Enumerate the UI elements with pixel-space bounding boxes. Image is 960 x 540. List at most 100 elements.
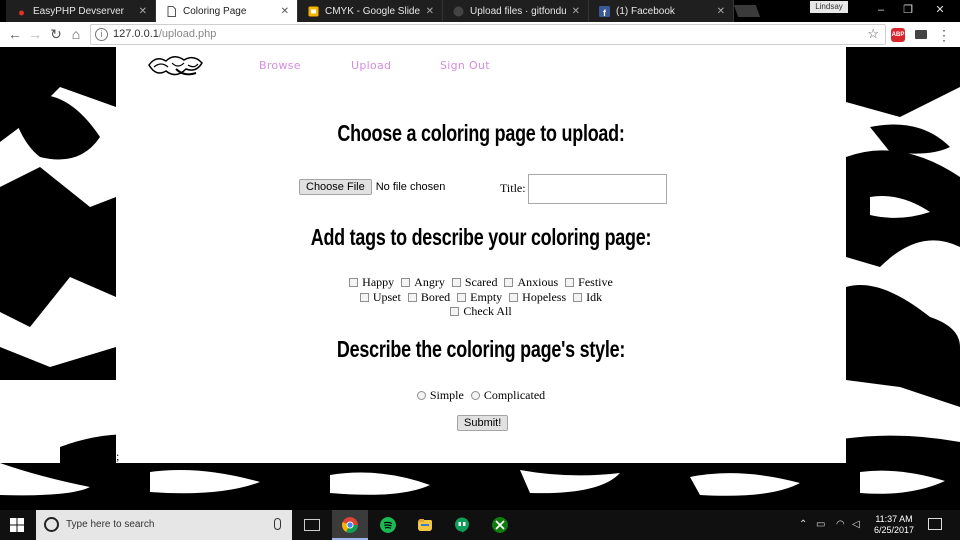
xbox-icon[interactable] xyxy=(482,510,518,540)
tab-label: EasyPHP Devserver xyxy=(33,5,124,17)
close-icon[interactable]: ✕ xyxy=(717,6,725,17)
tab-easyphp[interactable]: EasyPHP Devserver ✕ xyxy=(6,0,156,22)
taskbar-search-box[interactable]: Type here to search xyxy=(36,510,292,540)
checkbox[interactable] xyxy=(401,278,411,287)
maximize-icon[interactable]: ❐ xyxy=(893,2,923,18)
tag-label: Scared xyxy=(464,275,498,289)
nav-upload-link[interactable]: Upload xyxy=(351,59,391,72)
tag-angry[interactable]: Angry xyxy=(401,275,445,290)
tags-heading: Add tags to describe your coloring page: xyxy=(310,224,652,250)
windows-start-icon[interactable] xyxy=(10,518,24,532)
checkbox[interactable] xyxy=(359,293,369,302)
tab-google-slides[interactable]: CMYK - Google Slides ✕ xyxy=(298,0,443,22)
profile-name[interactable]: Lindsay xyxy=(810,1,848,13)
checkbox[interactable] xyxy=(349,278,359,287)
main-panel: Browse Upload Sign Out Choose a coloring… xyxy=(116,47,846,463)
clock-date: 6/25/2017 xyxy=(873,525,915,535)
checkbox[interactable] xyxy=(504,278,514,287)
chevron-up-icon[interactable]: ⌃ xyxy=(799,519,807,530)
radio-button[interactable] xyxy=(470,391,480,400)
close-window-icon[interactable]: ✕ xyxy=(925,2,955,18)
style-simple[interactable]: Simple xyxy=(416,388,464,403)
battery-icon[interactable]: ▭ xyxy=(816,519,825,530)
style-label: Complicated xyxy=(483,388,546,402)
tag-upset[interactable]: Upset xyxy=(359,290,401,305)
bookmark-star-icon[interactable]: ☆ xyxy=(867,26,879,42)
tag-anxious[interactable]: Anxious xyxy=(504,275,558,290)
upload-heading: Choose a coloring page to upload: xyxy=(337,120,625,146)
windows-taskbar: Type here to search ⌃ ▭ ◠ ◁ 11:37 AM 6/2… xyxy=(0,510,960,540)
checkbox[interactable] xyxy=(509,293,519,302)
task-view-icon[interactable] xyxy=(304,519,320,531)
checkbox[interactable] xyxy=(407,293,417,302)
kebab-menu-icon[interactable]: ⋮ xyxy=(937,26,951,44)
tag-label: Festive xyxy=(578,275,613,289)
url-host: 127.0.0.1 xyxy=(113,28,159,40)
checkbox[interactable] xyxy=(457,293,467,302)
tab-facebook[interactable]: f (1) Facebook ✕ xyxy=(589,0,734,22)
github-icon xyxy=(453,6,464,17)
reload-icon[interactable]: ↻ xyxy=(47,25,65,43)
cortana-icon xyxy=(44,517,59,532)
stray-text: ; xyxy=(116,449,120,463)
file-chooser: Choose File No file chosen xyxy=(299,179,445,195)
radio-button[interactable] xyxy=(416,391,426,400)
browser-toolbar: ← → ↻ ⌂ i 127.0.0.1/upload.php ☆ ABP ⋮ xyxy=(0,22,960,47)
nav-browse-link[interactable]: Browse xyxy=(259,59,301,72)
info-icon[interactable]: i xyxy=(95,28,108,41)
tag-hopeless[interactable]: Hopeless xyxy=(509,290,566,305)
tab-label: Coloring Page xyxy=(183,5,247,17)
system-clock[interactable]: 11:37 AM 6/25/2017 xyxy=(868,514,920,536)
close-icon[interactable]: ✕ xyxy=(426,6,434,17)
style-options: Simple Complicated xyxy=(116,388,846,404)
tag-check-all[interactable]: Check All xyxy=(450,304,512,319)
tab-github[interactable]: Upload files · gitfondue/ ✕ xyxy=(443,0,589,22)
style-label: Simple xyxy=(429,388,464,402)
tag-label: Idk xyxy=(586,290,603,304)
tag-idk[interactable]: Idk xyxy=(573,290,602,305)
google-slides-icon xyxy=(308,6,319,17)
tag-happy[interactable]: Happy xyxy=(349,275,394,290)
tab-label: CMYK - Google Slides xyxy=(325,5,420,17)
wifi-icon[interactable]: ◠ xyxy=(836,519,845,530)
facebook-icon: f xyxy=(599,5,610,18)
clock-time: 11:37 AM xyxy=(875,514,913,524)
close-icon[interactable]: ✕ xyxy=(139,6,147,17)
checkbox[interactable] xyxy=(573,293,583,302)
chrome-icon[interactable] xyxy=(332,510,368,540)
spotify-icon[interactable] xyxy=(370,510,406,540)
home-icon[interactable]: ⌂ xyxy=(67,25,85,43)
tag-label: Angry xyxy=(414,275,445,289)
file-explorer-icon[interactable] xyxy=(407,510,443,540)
tag-bored[interactable]: Bored xyxy=(407,290,450,305)
minimize-icon[interactable]: – xyxy=(866,2,896,18)
style-complicated[interactable]: Complicated xyxy=(470,388,546,403)
close-icon[interactable]: ✕ xyxy=(572,6,580,17)
tab-coloring-page[interactable]: Coloring Page ✕ xyxy=(156,0,298,22)
checkbox[interactable] xyxy=(451,278,461,287)
adblock-plus-icon[interactable]: ABP xyxy=(891,28,905,42)
checkbox[interactable] xyxy=(565,278,575,287)
close-icon[interactable]: ✕ xyxy=(281,6,289,17)
title-label: Title: xyxy=(500,181,526,195)
url-text[interactable]: 127.0.0.1/upload.php xyxy=(113,28,216,40)
nav-signout-link[interactable]: Sign Out xyxy=(440,59,490,72)
cmyk-logo[interactable] xyxy=(146,51,204,81)
address-bar[interactable]: i 127.0.0.1/upload.php ☆ xyxy=(90,24,886,45)
no-file-text: No file chosen xyxy=(375,181,446,193)
new-tab-button[interactable] xyxy=(733,5,761,17)
title-input[interactable] xyxy=(528,174,667,204)
tag-festive[interactable]: Festive xyxy=(565,275,613,290)
cast-icon[interactable] xyxy=(915,30,927,39)
forward-icon[interactable]: → xyxy=(26,25,44,43)
hangouts-icon[interactable] xyxy=(444,510,480,540)
back-icon[interactable]: ← xyxy=(6,25,24,43)
checkbox[interactable] xyxy=(450,307,460,316)
notification-icon[interactable] xyxy=(928,518,942,530)
microphone-icon[interactable] xyxy=(274,518,281,530)
tag-scared[interactable]: Scared xyxy=(451,275,498,290)
tag-empty[interactable]: Empty xyxy=(457,290,502,305)
volume-icon[interactable]: ◁ xyxy=(852,519,860,530)
choose-file-button[interactable]: Choose File xyxy=(299,179,372,195)
submit-button[interactable]: Submit! xyxy=(457,415,509,431)
